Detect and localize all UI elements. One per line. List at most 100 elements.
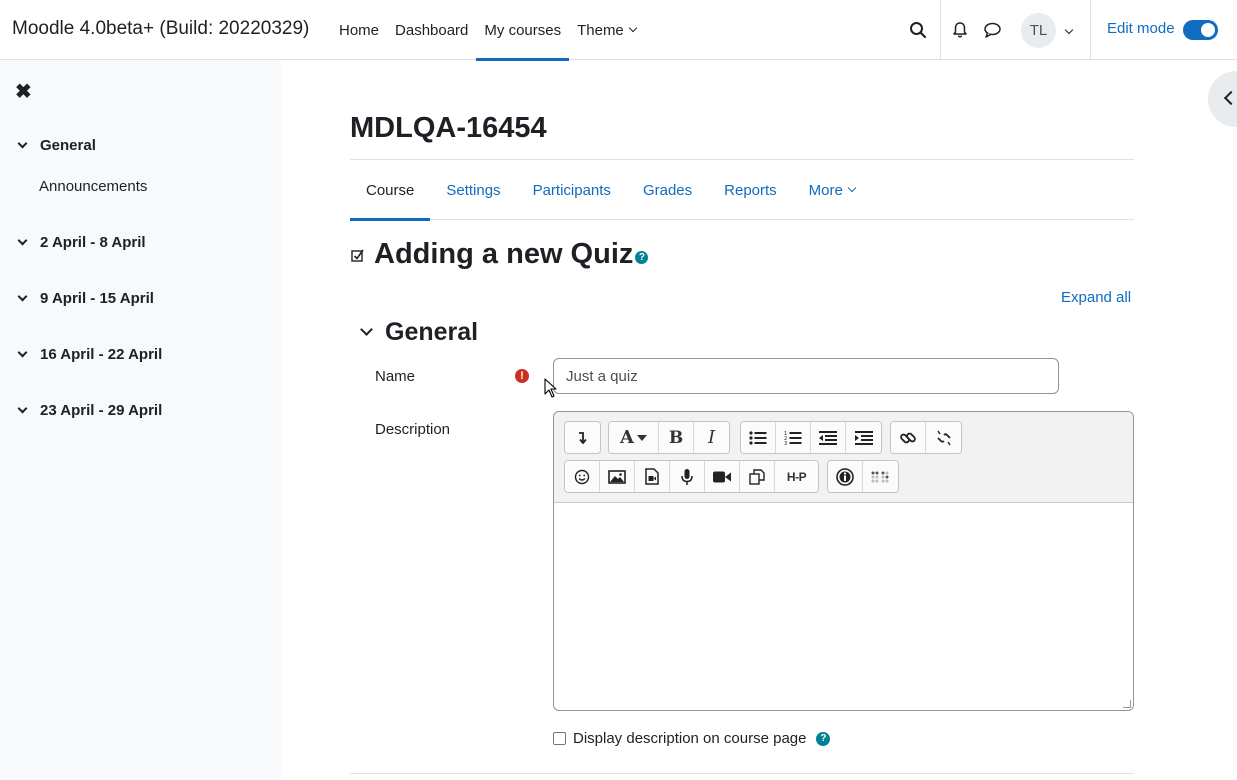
outdent-icon[interactable]: [811, 422, 846, 453]
toolbar-group-lists: 123: [740, 421, 882, 454]
search-icon[interactable]: [907, 19, 929, 41]
editor-content-area[interactable]: [554, 503, 1133, 710]
accessibility-checker-icon[interactable]: [828, 461, 863, 492]
toolbar-group-collapse: [564, 421, 601, 454]
site-brand[interactable]: Moodle 4.0beta+ (Build: 20220329): [12, 18, 309, 40]
description-label: Description: [375, 421, 451, 438]
h5p-icon[interactable]: H-P: [775, 461, 818, 492]
italic-glyph: I: [707, 427, 716, 448]
record-video-icon[interactable]: [705, 461, 740, 492]
tab-more[interactable]: More: [793, 160, 871, 220]
resize-handle-icon[interactable]: [1123, 700, 1131, 708]
open-block-drawer-button[interactable]: [1208, 71, 1237, 127]
unlink-icon[interactable]: [926, 422, 961, 453]
tab-course[interactable]: Course: [350, 160, 431, 221]
drawer-section-week-1[interactable]: 2 April - 8 April: [16, 234, 146, 251]
chevron-down-icon: [628, 23, 638, 33]
nav-my-courses[interactable]: My courses: [476, 0, 569, 61]
toolbar-group-insert: H-P: [564, 460, 819, 493]
edit-mode-toggle[interactable]: [1183, 20, 1218, 40]
svg-text:3: 3: [784, 441, 787, 446]
editor-toolbar: A B I 123 H-P: [554, 412, 1133, 503]
display-description-checkbox[interactable]: [553, 732, 566, 745]
display-description-row: Display description on course page ?: [553, 730, 831, 747]
required-icon: !: [515, 369, 529, 383]
unordered-list-icon[interactable]: [741, 422, 776, 453]
collapse-icon[interactable]: [565, 422, 600, 453]
chevron-down-icon: [847, 183, 857, 193]
bold-glyph: B: [668, 427, 684, 448]
tab-reports[interactable]: Reports: [708, 160, 793, 220]
ordered-list-icon[interactable]: 123: [776, 422, 811, 453]
nav-theme-label: Theme: [577, 21, 624, 39]
close-drawer-icon[interactable]: ✖: [15, 82, 32, 102]
name-label: Name: [375, 368, 416, 385]
chevron-down-icon: [17, 138, 28, 149]
drawer-section-label: 9 April - 15 April: [40, 290, 154, 307]
navbar-divider: [940, 0, 941, 60]
tab-participants[interactable]: Participants: [517, 160, 627, 220]
display-description-label[interactable]: Display description on course page: [573, 730, 806, 747]
notifications-bell-icon[interactable]: [949, 19, 971, 41]
drawer-section-label: 16 April - 22 April: [40, 346, 163, 363]
mouse-cursor-icon: [544, 378, 557, 398]
description-editor: A B I 123 H-P: [553, 411, 1134, 711]
nav-home[interactable]: Home: [331, 0, 387, 60]
toolbar-group-accessibility: [827, 460, 899, 493]
indent-icon[interactable]: [846, 422, 881, 453]
help-icon[interactable]: ?: [816, 731, 831, 746]
drawer-section-week-3[interactable]: 16 April - 22 April: [16, 346, 162, 363]
nav-dashboard[interactable]: Dashboard: [387, 0, 476, 60]
expand-all-link[interactable]: Expand all: [1061, 289, 1131, 306]
tab-grades[interactable]: Grades: [627, 160, 708, 220]
toggle-knob: [1201, 23, 1215, 37]
course-title: MDLQA-16454: [350, 112, 547, 144]
record-audio-icon[interactable]: [670, 461, 705, 492]
name-input[interactable]: [553, 358, 1059, 394]
form-heading: Adding a new Quiz ?: [350, 238, 649, 271]
toolbar-group-links: [890, 421, 962, 454]
font-style-icon[interactable]: A: [609, 422, 659, 453]
fieldset-general-toggle[interactable]: General: [358, 318, 478, 347]
chevron-down-icon: [1064, 25, 1074, 35]
chevron-down-icon: [17, 291, 28, 302]
chevron-left-icon: [1223, 90, 1237, 106]
user-avatar[interactable]: TL: [1021, 13, 1056, 48]
bold-icon[interactable]: B: [659, 422, 694, 453]
chevron-down-icon: [17, 235, 28, 246]
drawer-section-general[interactable]: General: [16, 137, 96, 154]
italic-icon[interactable]: I: [694, 422, 729, 453]
drawer-section-label: 23 April - 29 April: [40, 402, 163, 419]
primary-navigation: Home Dashboard My courses Theme: [331, 0, 644, 61]
divider: [350, 773, 1134, 774]
form-title: Adding a new Quiz: [374, 238, 634, 270]
nav-theme[interactable]: Theme: [569, 0, 644, 60]
image-icon[interactable]: [600, 461, 635, 492]
user-menu-chevron-down-icon[interactable]: [1058, 19, 1080, 41]
navbar-divider: [1090, 0, 1091, 60]
drawer-section-week-4[interactable]: 23 April - 29 April: [16, 402, 162, 419]
edit-mode-label: Edit mode: [1107, 20, 1175, 37]
media-icon[interactable]: [635, 461, 670, 492]
tab-more-label: More: [808, 181, 843, 199]
emoji-icon[interactable]: [565, 461, 600, 492]
messages-chat-icon[interactable]: [981, 19, 1003, 41]
quiz-checkbox-icon: [351, 249, 364, 262]
h5p-glyph: H-P: [786, 469, 807, 484]
drawer-item-announcements[interactable]: Announcements: [39, 178, 147, 195]
chevron-down-icon: [360, 323, 373, 336]
fieldset-title: General: [385, 318, 479, 346]
tab-settings[interactable]: Settings: [430, 160, 516, 220]
help-icon[interactable]: ?: [635, 251, 649, 264]
drawer-section-label: General: [40, 137, 96, 154]
toolbar-group-style: A B I: [608, 421, 730, 454]
drawer-section-label: 2 April - 8 April: [40, 234, 146, 251]
chevron-down-icon: [17, 347, 28, 358]
screenreader-helper-icon[interactable]: [863, 461, 898, 492]
chevron-down-icon: [17, 403, 28, 414]
link-icon[interactable]: [891, 422, 926, 453]
course-secondary-navigation: Course Settings Participants Grades Repo…: [350, 160, 1134, 221]
course-index-drawer: ✖ General Announcements 2 April - 8 Apri…: [0, 60, 281, 780]
manage-files-icon[interactable]: [740, 461, 775, 492]
drawer-section-week-2[interactable]: 9 April - 15 April: [16, 290, 154, 307]
